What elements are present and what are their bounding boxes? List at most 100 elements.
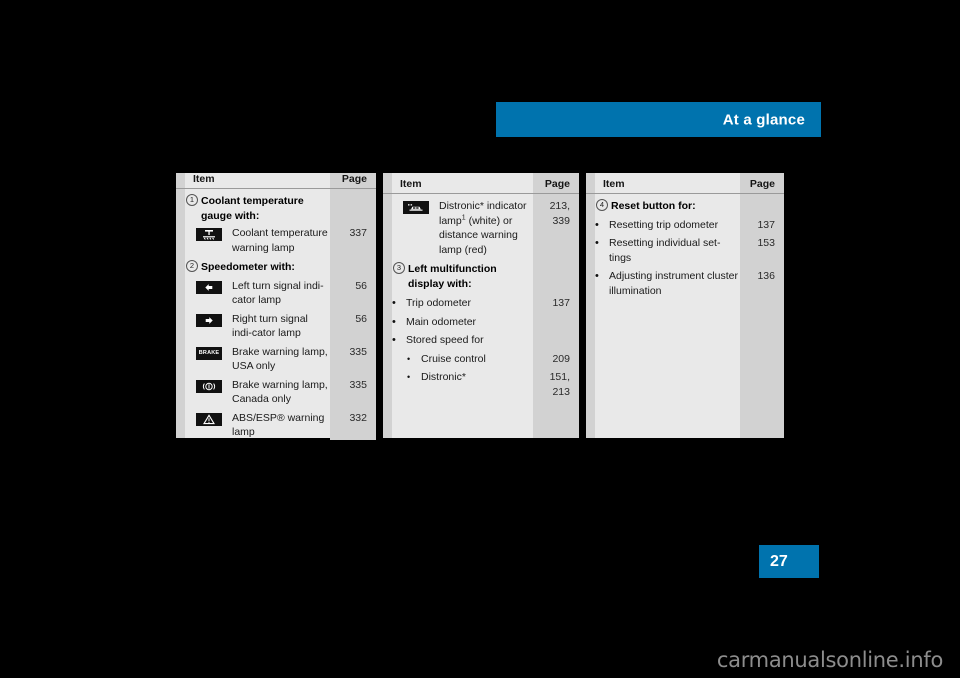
legend-table-3: Item Page 4 Reset button for: • Resettin… <box>586 173 784 438</box>
item-cell: ABS/ESP® warning lamp <box>176 411 330 440</box>
item-cell: Brake warning lamp, Canada only <box>176 378 330 407</box>
item-cell: BRAKE Brake warning lamp, USA only <box>176 345 330 374</box>
item-text: Main odometer <box>406 315 477 328</box>
circled-number-2: 2 <box>186 260 198 272</box>
table-row: 1 Coolant temperature gauge with: <box>176 194 376 223</box>
page-cell: 137 <box>757 218 775 231</box>
item-text: Resetting individual set-tings <box>609 237 721 264</box>
item-cell: Left turn signal indi-cator lamp <box>176 279 330 308</box>
item-cell: Right turn signal indi-cator lamp <box>176 312 330 341</box>
item-text: Speedometer with: <box>201 261 295 273</box>
table-body: Distronic* indicator lamp1 (white) or di… <box>383 194 579 438</box>
table-header-row: Item Page <box>176 173 376 189</box>
site-watermark: carmanualsonline.info <box>716 648 943 672</box>
item-text: Brake warning lamp, USA only <box>232 345 328 373</box>
table-row: • Distronic* 151, 213 <box>383 370 579 399</box>
item-cell: 2 Speedometer with: <box>176 260 330 275</box>
table-body: 1 Coolant temperature gauge with: Coolan… <box>176 189 376 440</box>
item-text: ABS/ESP® warning lamp <box>232 411 325 439</box>
table-row: • Adjusting instrument cluster illuminat… <box>586 269 784 298</box>
bullet-marker: • <box>407 353 411 364</box>
item-cell: • Resetting individual set-tings <box>586 236 740 265</box>
page-cell: 337 <box>349 227 367 239</box>
table-row: Coolant temperature warning lamp 337 <box>176 226 376 255</box>
bullet-marker: • <box>595 270 599 282</box>
item-marker: 4 <box>595 199 611 214</box>
column-header-item: Item <box>193 173 215 185</box>
column-header-item: Item <box>400 178 422 190</box>
page-cell: 335 <box>349 345 367 358</box>
item-text: Right turn signal indi-cator lamp <box>232 312 308 340</box>
abs-esp-warning-icon <box>196 412 222 426</box>
table-row: Left turn signal indi-cator lamp 56 <box>176 279 376 308</box>
item-cell: • Stored speed for <box>383 333 533 348</box>
item-text: Adjusting instrument cluster illuminatio… <box>609 270 738 297</box>
item-text: Cruise control <box>421 352 486 365</box>
table-row: 3 Left multifunction display with: <box>383 262 579 291</box>
symbol-cell <box>196 279 232 299</box>
symbol-cell <box>196 312 232 332</box>
item-text: Reset button for: <box>611 200 696 212</box>
page-cell: 213, 339 <box>549 200 570 227</box>
right-turn-signal-icon <box>196 313 222 327</box>
page-cell: 335 <box>349 378 367 391</box>
table-row: Brake warning lamp, Canada only 335 <box>176 378 376 407</box>
table-row: • Resetting trip odometer 137 <box>586 218 784 233</box>
page-number-value: 27 <box>770 552 788 570</box>
page-cell: 153 <box>757 237 775 249</box>
column-header-page: Page <box>330 173 376 188</box>
column-header-item: Item <box>603 178 625 190</box>
item-cell: • Main odometer <box>383 315 533 330</box>
table-row: ABS/ESP® warning lamp 332 <box>176 411 376 440</box>
column-header-page: Page <box>740 173 784 193</box>
table-header-row: Item Page <box>383 173 579 194</box>
item-cell: • Trip odometer <box>383 296 533 311</box>
column-header-page: Page <box>533 173 579 193</box>
item-marker: 2 <box>185 260 201 275</box>
item-cell: 3 Left multifunction display with: <box>383 262 533 291</box>
tables-container: Item Page 1 Coolant temperature gauge wi… <box>176 173 790 440</box>
table-row: 4 Reset button for: <box>586 199 784 214</box>
table-row: Distronic* indicator lamp1 (white) or di… <box>383 199 579 257</box>
item-cell: • Resetting trip odometer <box>586 218 740 233</box>
item-cell: Distronic* indicator lamp1 (white) or di… <box>383 199 533 257</box>
table-row: 2 Speedometer with: <box>176 260 376 275</box>
item-text: Left turn signal indi-cator lamp <box>232 279 324 307</box>
page-header-title: At a glance <box>722 111 805 128</box>
table-row: Right turn signal indi-cator lamp 56 <box>176 312 376 341</box>
item-text: Coolant temperature gauge with: <box>201 195 304 222</box>
table-row: • Stored speed for <box>383 333 579 348</box>
circled-number-4: 4 <box>596 199 608 211</box>
page-cell: 332 <box>349 411 367 424</box>
page-cell: 56 <box>355 312 367 325</box>
symbol-cell: BRAKE <box>196 345 232 365</box>
brake-warning-usa-icon: BRAKE <box>196 346 222 360</box>
brake-icon-label: BRAKE <box>198 349 220 356</box>
bullet-marker: • <box>392 334 396 346</box>
item-text: Resetting trip odometer <box>609 218 719 231</box>
legend-table-2: Item Page Distronic* indicator lamp1 (wh… <box>383 173 579 438</box>
item-marker: 1 <box>185 194 201 209</box>
page-cell: 56 <box>355 279 367 292</box>
item-text: Left multifunction display with: <box>408 263 497 290</box>
table-row: • Main odometer <box>383 315 579 330</box>
item-text: Trip odometer <box>406 297 471 309</box>
table-header-row: Item Page <box>586 173 784 194</box>
symbol-cell <box>196 378 232 398</box>
symbol-cell <box>196 226 232 246</box>
page-cell: 151, 213 <box>549 371 570 398</box>
left-turn-signal-icon <box>196 280 222 294</box>
page-cell: 136 <box>757 270 775 282</box>
brake-warning-canada-icon <box>196 379 222 393</box>
table-row: BRAKE Brake warning lamp, USA only 335 <box>176 345 376 374</box>
item-marker: 3 <box>392 262 408 277</box>
item-text: Distronic* <box>421 371 466 383</box>
bullet-marker: • <box>407 372 411 382</box>
item-cell: Coolant temperature warning lamp <box>176 226 330 255</box>
table-row: • Cruise control 209 <box>383 352 579 367</box>
page-header-bar: At a glance <box>496 102 821 137</box>
item-text: Coolant temperature warning lamp <box>232 227 328 254</box>
item-cell: 1 Coolant temperature gauge with: <box>176 194 330 223</box>
table-body: 4 Reset button for: • Resetting trip odo… <box>586 194 784 438</box>
symbol-cell <box>196 411 232 431</box>
